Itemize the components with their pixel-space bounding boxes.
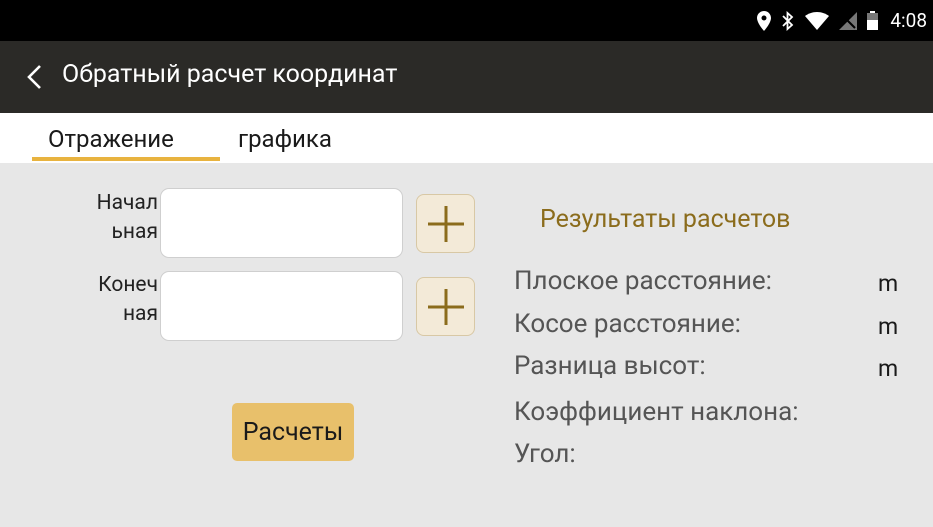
tab-bar: Отражение графика: [0, 113, 933, 163]
bluetooth-icon: [781, 10, 795, 31]
battery-icon: [867, 11, 879, 30]
add-end-point-button[interactable]: [416, 277, 475, 336]
height-difference-label: Разница высот:: [514, 351, 706, 381]
slope-ratio-label: Коэффициент наклона:: [514, 397, 799, 427]
end-point-input[interactable]: [160, 271, 403, 341]
end-point-label-line2: ная: [122, 302, 158, 326]
start-point-label: Начал ьная: [68, 189, 158, 247]
end-point-label: Конеч ная: [68, 271, 158, 329]
back-chevron-icon[interactable]: [24, 63, 48, 91]
slope-distance-unit: m: [878, 313, 899, 340]
horizontal-distance-label: Плоское расстояние:: [514, 266, 772, 296]
wifi-icon: [805, 11, 830, 30]
start-point-label-line1: Начал: [96, 191, 158, 215]
calculate-button[interactable]: Расчеты: [232, 403, 354, 461]
height-difference-unit: m: [878, 355, 899, 382]
angle-label: Угол:: [514, 439, 576, 469]
results-title: Результаты расчетов: [540, 205, 791, 234]
end-point-label-line1: Конеч: [98, 273, 158, 297]
plus-icon: [428, 289, 464, 325]
start-point-label-line2: ьная: [111, 220, 158, 244]
start-point-input[interactable]: [160, 188, 403, 258]
slope-distance-label: Косое расстояние:: [514, 309, 741, 339]
status-time: 4:08: [890, 9, 927, 32]
tab-reflection[interactable]: Отражение: [48, 125, 174, 153]
location-icon: [757, 10, 772, 31]
status-icons: 4:08: [757, 0, 927, 41]
no-signal-icon: [839, 11, 858, 30]
app-bar: Обратный расчет координат: [0, 41, 933, 113]
page-title: Обратный расчет координат: [62, 60, 398, 89]
add-start-point-button[interactable]: [416, 194, 475, 253]
horizontal-distance-unit: m: [878, 270, 899, 297]
active-tab-indicator: [32, 157, 220, 161]
plus-icon: [428, 206, 464, 242]
status-bar: 4:08: [0, 0, 933, 41]
tab-graphics[interactable]: графика: [238, 125, 332, 153]
